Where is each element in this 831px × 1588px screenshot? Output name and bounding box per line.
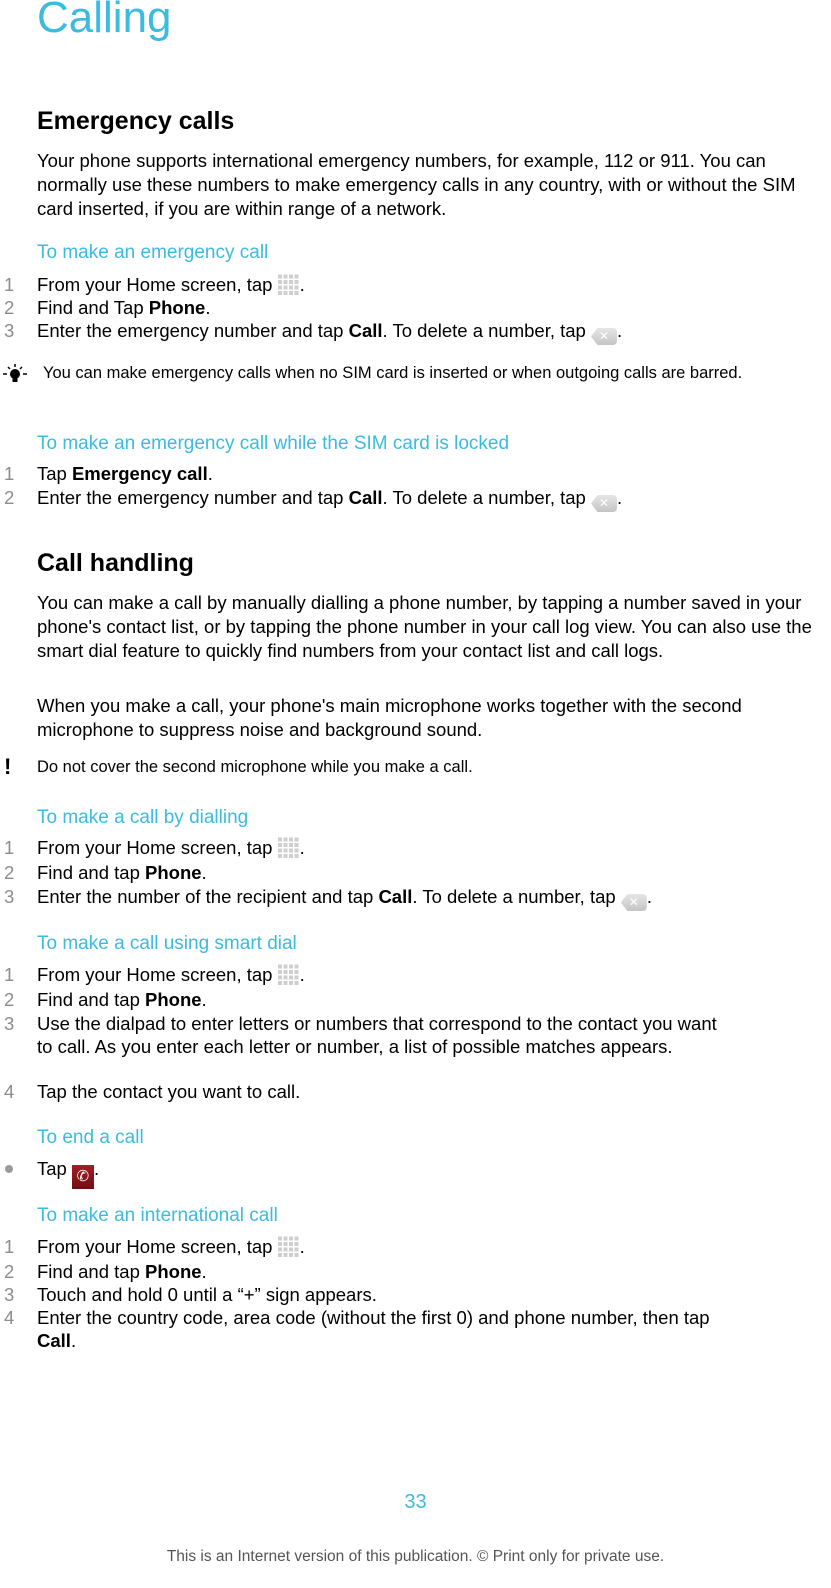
- ui-term: Call: [378, 886, 413, 907]
- step-text: From your Home screen, tap: [37, 964, 278, 985]
- backspace-icon: ✕: [591, 328, 617, 345]
- lightbulb-icon: [3, 364, 27, 382]
- exclamation-icon: !: [4, 754, 12, 779]
- ui-term: Call: [348, 320, 383, 341]
- step-number: 2: [4, 989, 15, 1010]
- step-text: From your Home screen, tap: [37, 837, 278, 858]
- end-call-icon: ✆: [71, 1165, 94, 1189]
- page-number: 33: [404, 1491, 427, 1513]
- step-number: 1: [4, 964, 15, 985]
- tip-text: You can make emergency calls when no SIM…: [43, 364, 743, 382]
- step-text: Touch and hold 0 until a “+” sign appear…: [37, 1284, 377, 1305]
- step-number: 4: [4, 1081, 15, 1102]
- ui-term: Emergency call: [71, 463, 208, 484]
- section-heading-emergency: Emergency calls: [37, 107, 235, 135]
- footer-text: This is an Internet version of this publ…: [166, 1548, 665, 1565]
- step-text: Find and Tap: [37, 297, 149, 318]
- step-text: Find and tap: [37, 862, 145, 883]
- step-number: 1: [4, 837, 15, 858]
- step-number: 3: [4, 1284, 15, 1305]
- ui-term: Phone: [145, 1261, 202, 1282]
- ui-term: Call: [37, 1330, 71, 1351]
- step-text: Enter the number of the recipient and ta…: [37, 886, 379, 907]
- step-number: 2: [4, 487, 15, 508]
- step-text: .: [617, 320, 623, 341]
- step-number: 1: [4, 1236, 15, 1257]
- task-title-dialling: To make a call by dialling: [37, 807, 249, 828]
- step-number: 3: [4, 886, 15, 907]
- page-title: Calling: [37, 0, 172, 42]
- ui-term: Phone: [145, 862, 202, 883]
- step-text: .: [205, 297, 211, 318]
- step-number: 3: [4, 320, 15, 341]
- step-text: Tap: [37, 1158, 72, 1179]
- step-text: .: [93, 1158, 100, 1179]
- app-grid-icon: [277, 963, 300, 985]
- step-text: .: [70, 1330, 77, 1351]
- bullet: [5, 1165, 13, 1173]
- step-text: .: [201, 989, 207, 1010]
- step-text: . To delete a number, tap: [382, 487, 591, 508]
- step-text: .: [299, 837, 305, 858]
- step-number: 4: [4, 1307, 15, 1328]
- step-number: 2: [4, 862, 15, 883]
- step-number: 2: [4, 1261, 15, 1282]
- task-title-international-call: To make an international call: [37, 1205, 278, 1226]
- emergency-intro: Your phone supports international emerge…: [37, 150, 796, 219]
- step-number: 1: [4, 463, 15, 484]
- task-title-sim-locked: To make an emergency call while the SIM …: [37, 433, 510, 454]
- app-grid-icon: [277, 273, 300, 295]
- step-text: .: [299, 274, 305, 295]
- step-text: .: [299, 1236, 305, 1257]
- step-number: 2: [4, 297, 15, 318]
- step-text: Enter the emergency number and tap: [37, 320, 349, 341]
- step-text: .: [201, 862, 207, 883]
- step-text: .: [201, 1261, 207, 1282]
- step-text: Tap: [37, 463, 72, 484]
- ui-term: Phone: [145, 989, 202, 1010]
- backspace-icon: ✕: [620, 894, 647, 911]
- app-grid-icon: [277, 1235, 300, 1257]
- step-text: . To delete a number, tap: [412, 886, 621, 907]
- step-text: .: [207, 463, 213, 484]
- step-text: .: [646, 886, 652, 907]
- step-text: .: [617, 487, 623, 508]
- step-text: From your Home screen, tap: [37, 274, 278, 295]
- ui-term: Phone: [148, 297, 206, 318]
- step-text: Enter the emergency number and tap: [37, 487, 349, 508]
- task-title-emergency-call: To make an emergency call: [37, 242, 269, 263]
- step-number: 1: [4, 274, 15, 295]
- step-text: . To delete a number, tap: [382, 320, 591, 341]
- call-handling-microphone: When you make a call, your phone's main …: [37, 695, 742, 740]
- app-grid-icon: [277, 836, 300, 858]
- ui-term: Call: [348, 487, 383, 508]
- warning-text: Do not cover the second microphone while…: [37, 758, 473, 776]
- call-handling-intro: You can make a call by manually dialling…: [37, 592, 812, 661]
- step-text: Use the dialpad to enter letters or numb…: [37, 1013, 717, 1057]
- step-text: Enter the country code, area code (witho…: [37, 1307, 710, 1328]
- section-heading-call-handling: Call handling: [37, 549, 194, 577]
- task-title-end-call: To end a call: [37, 1127, 144, 1148]
- step-text: Tap the contact you want to call.: [37, 1081, 301, 1102]
- step-text: Find and tap: [37, 1261, 145, 1282]
- step-text: Find and tap: [37, 989, 145, 1010]
- step-number: 3: [4, 1013, 15, 1034]
- task-title-smart-dial: To make a call using smart dial: [37, 933, 297, 954]
- step-text: .: [299, 964, 305, 985]
- step-text: From your Home screen, tap: [37, 1236, 278, 1257]
- backspace-icon: ✕: [591, 495, 617, 512]
